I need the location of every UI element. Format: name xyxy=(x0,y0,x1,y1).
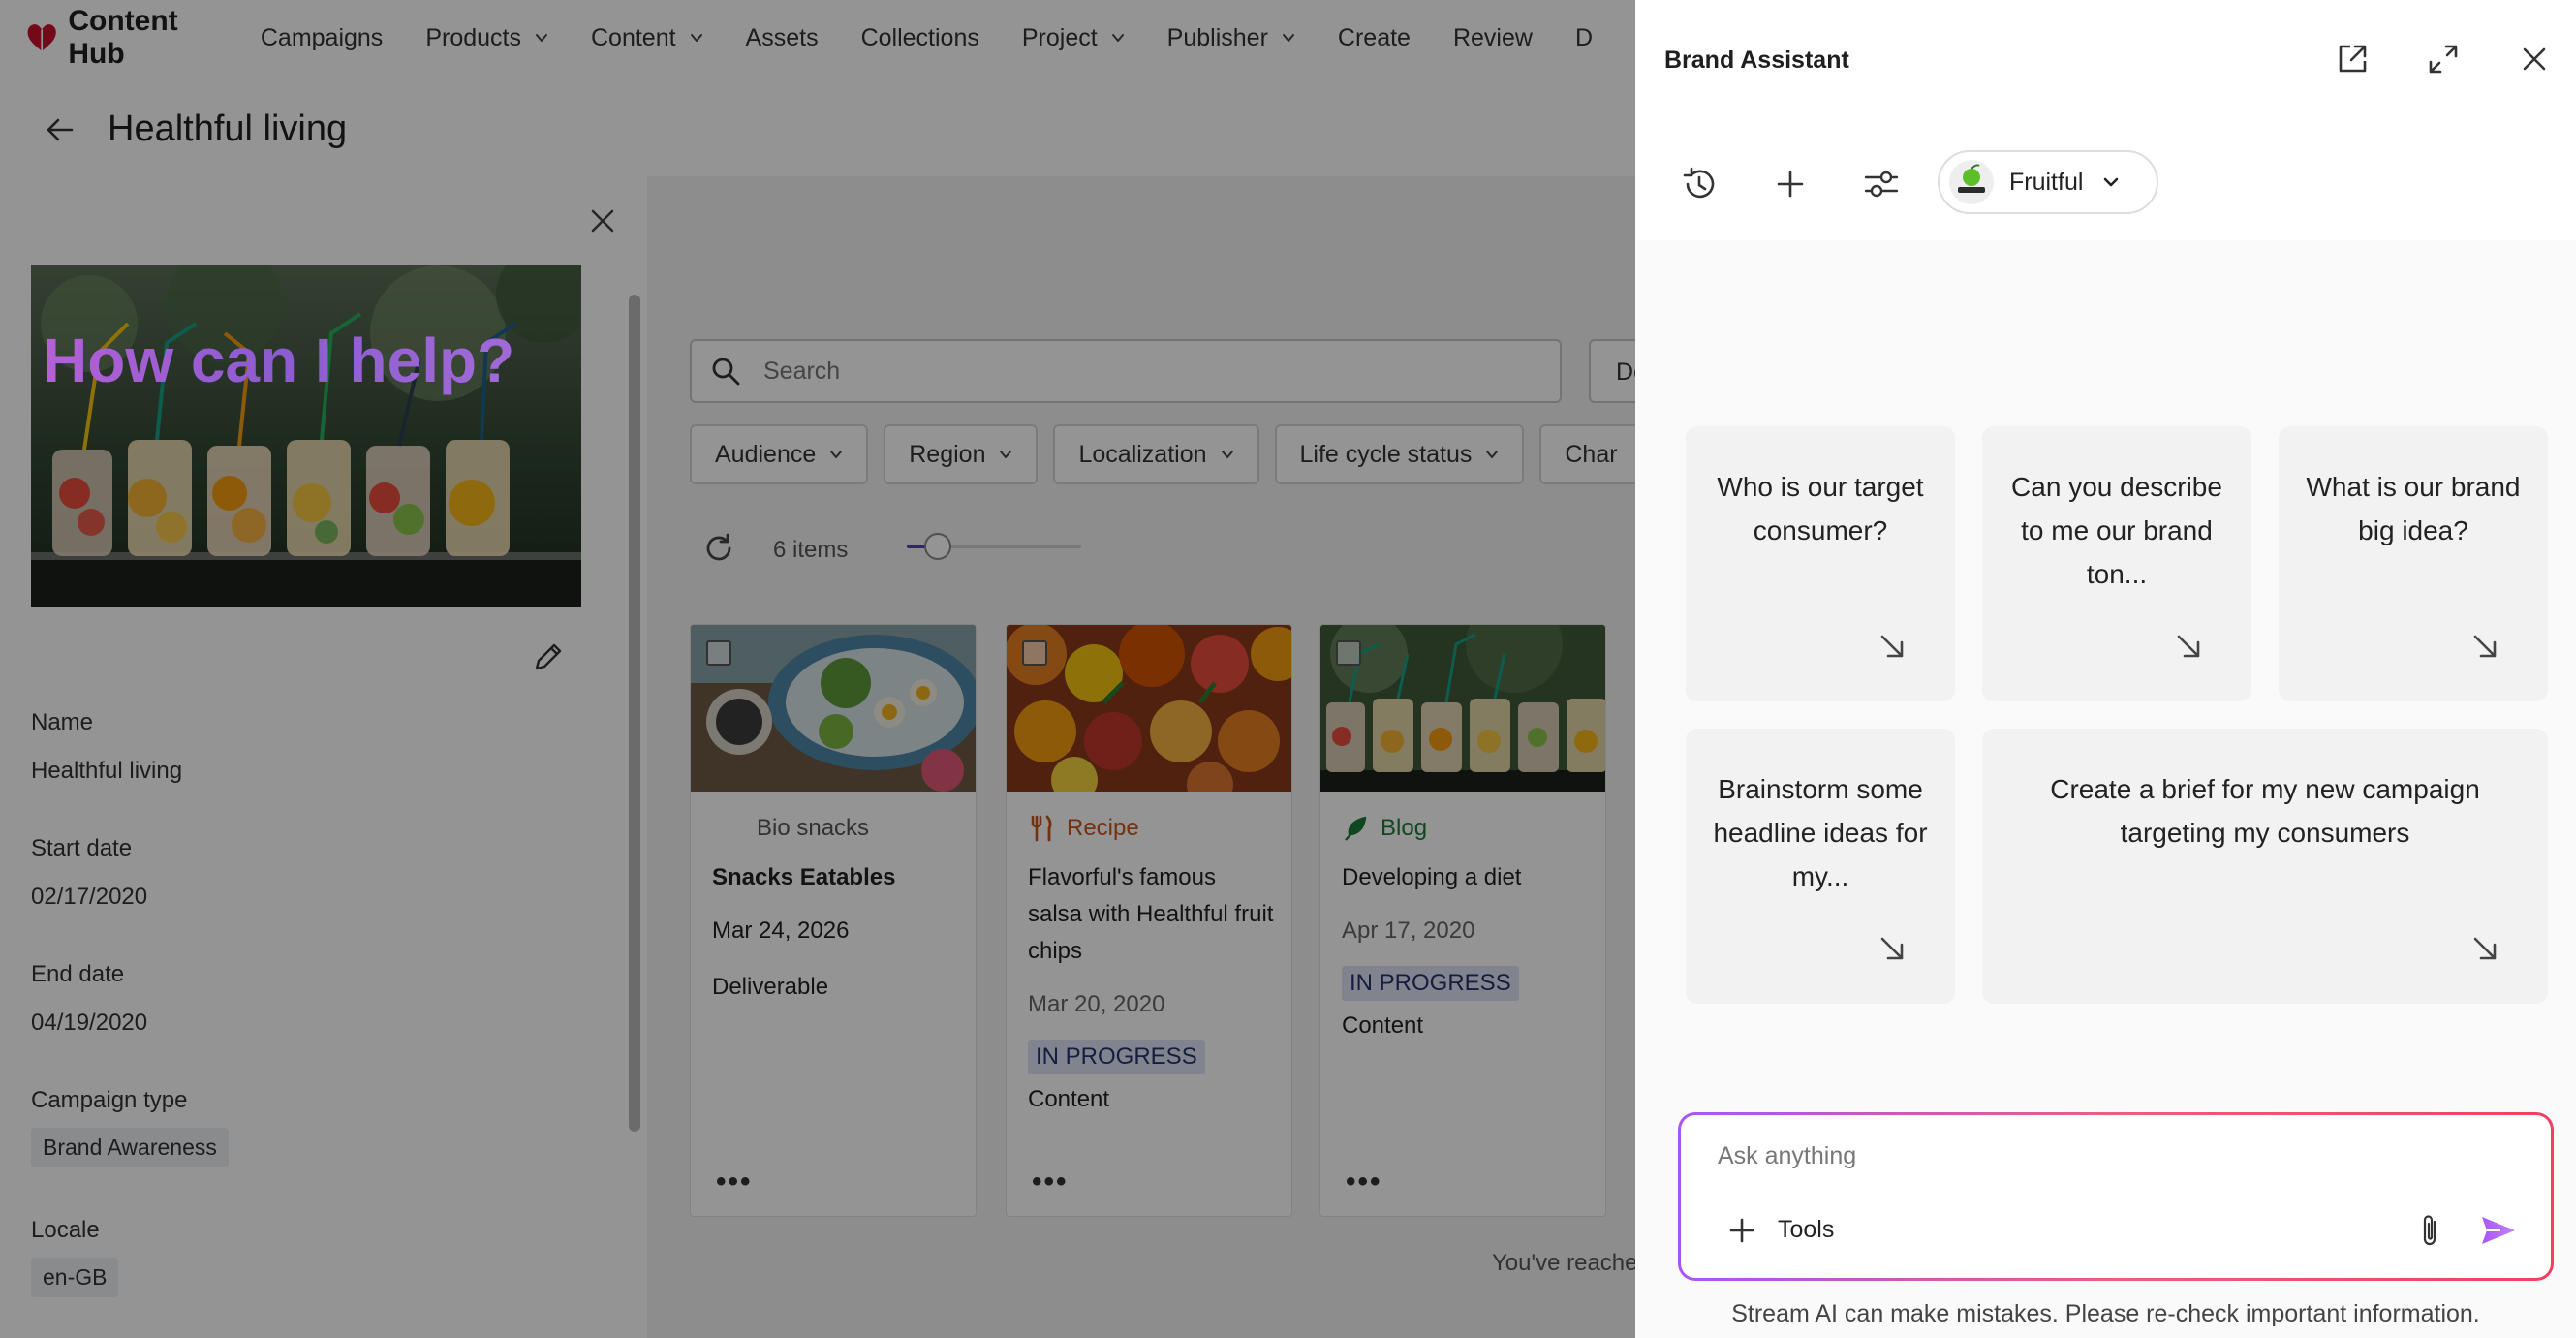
suggestion-text: Create a brief for my new campaign targe… xyxy=(2050,774,2480,848)
new-chat-plus-icon[interactable] xyxy=(1771,165,1810,203)
send-icon[interactable] xyxy=(2479,1214,2518,1247)
open-external-icon[interactable] xyxy=(2335,42,2370,77)
tools-button[interactable]: Tools xyxy=(1778,1216,1834,1244)
suggestion-card[interactable]: Who is our target consumer? xyxy=(1686,426,1955,701)
assistant-header: Brand Assistant Fruitful xyxy=(1635,0,2576,240)
suggestion-card[interactable]: Brainstorm some headline ideas for my... xyxy=(1686,729,1955,1004)
arrow-down-right-icon xyxy=(2177,635,2200,658)
fruitful-logo-icon xyxy=(1949,160,1994,204)
suggestion-text: Brainstorm some headline ideas for my... xyxy=(1713,774,1928,891)
settings-sliders-icon[interactable] xyxy=(1862,165,1901,203)
assistant-title: Brand Assistant xyxy=(1664,47,1849,74)
suggestion-text: Can you describe to me our brand ton... xyxy=(2011,472,2222,589)
chat-input-inner: Ask anything Tools xyxy=(1681,1115,2551,1278)
suggestion-text: What is our brand big idea? xyxy=(2306,472,2521,545)
chat-input-placeholder[interactable]: Ask anything xyxy=(1718,1142,1856,1170)
suggestion-card[interactable]: Can you describe to me our brand ton... xyxy=(1982,426,2251,701)
arrow-down-right-icon xyxy=(1880,635,1904,658)
add-tools-plus-icon[interactable] xyxy=(1727,1216,1756,1245)
arrow-down-right-icon xyxy=(1880,937,1904,960)
attachment-paperclip-icon[interactable] xyxy=(2413,1212,2446,1249)
suggestion-card[interactable]: What is our brand big idea? xyxy=(2279,426,2548,701)
chevron-down-icon xyxy=(2104,177,2119,187)
arrow-down-right-icon xyxy=(2473,635,2497,658)
assistant-heading: How can I help? xyxy=(43,326,515,395)
history-icon[interactable] xyxy=(1680,165,1719,203)
expand-icon[interactable] xyxy=(2426,42,2461,77)
ai-disclaimer: Stream AI can make mistakes. Please re-c… xyxy=(1731,1300,2480,1327)
suggestion-card[interactable]: Create a brief for my new campaign targe… xyxy=(1982,729,2548,1004)
arrow-down-right-icon xyxy=(2473,937,2497,960)
persona-name: Fruitful xyxy=(2009,168,2084,196)
suggestion-text: Who is our target consumer? xyxy=(1717,472,1924,545)
close-icon[interactable] xyxy=(2517,42,2552,77)
modal-backdrop[interactable] xyxy=(0,0,1635,1338)
persona-selector[interactable]: Fruitful xyxy=(1938,150,2158,214)
chat-input-box[interactable]: Ask anything Tools xyxy=(1678,1112,2554,1281)
